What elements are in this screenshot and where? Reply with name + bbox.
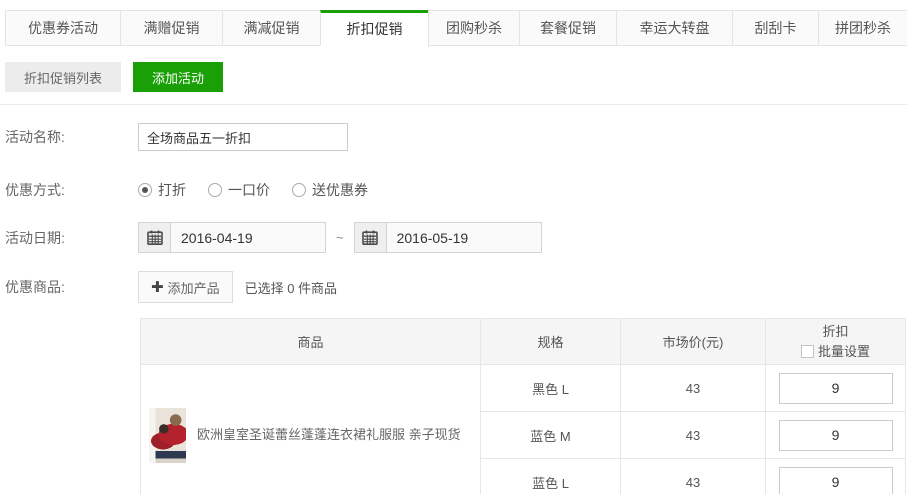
spec-cell: 蓝色 M bbox=[481, 412, 621, 459]
discount-input[interactable] bbox=[779, 420, 893, 451]
tab-coupon-activity[interactable]: 优惠券活动 bbox=[5, 10, 121, 46]
date-range-separator: ~ bbox=[336, 230, 344, 245]
radio-selected-icon[interactable] bbox=[138, 183, 152, 197]
header-spec: 规格 bbox=[481, 319, 621, 365]
tab-package-promo[interactable]: 套餐促销 bbox=[519, 10, 617, 46]
radio-option-songyouhuiquan[interactable]: 送优惠券 bbox=[292, 180, 368, 200]
add-product-label: 添加产品 bbox=[168, 278, 220, 297]
product-name: 欧洲皇室圣诞蕾丝蓬蓬连衣裙礼服服 亲子现货 bbox=[197, 426, 461, 444]
activity-form: 活动名称: 优惠方式: 打折 一口价 送优惠券 活动日期 bbox=[0, 123, 907, 303]
tab-group-seckill[interactable]: 团购秒杀 bbox=[428, 10, 520, 46]
price-cell: 43 bbox=[621, 412, 766, 459]
promo-tabbar: 优惠券活动 满赠促销 满减促销 折扣促销 团购秒杀 套餐促销 幸运大转盘 刮刮卡… bbox=[5, 10, 907, 46]
tab-pintuan-seckill[interactable]: 拼团秒杀 bbox=[818, 10, 907, 46]
table-row: 欧洲皇室圣诞蕾丝蓬蓬连衣裙礼服服 亲子现货 黑色 L 43 bbox=[141, 365, 906, 412]
product-image bbox=[149, 408, 186, 463]
discount-cell bbox=[766, 365, 906, 412]
radio-label: 打折 bbox=[158, 180, 186, 200]
discount-method-label: 优惠方式: bbox=[5, 180, 138, 200]
add-product-button[interactable]: ✚ 添加产品 bbox=[138, 271, 233, 303]
table-header-row: 商品 规格 市场价(元) 折扣 批量设置 bbox=[141, 319, 906, 365]
discount-cell bbox=[766, 459, 906, 494]
calendar-icon[interactable] bbox=[355, 223, 387, 252]
product-discount-table: 商品 规格 市场价(元) 折扣 批量设置 bbox=[140, 318, 906, 494]
discount-input[interactable] bbox=[779, 467, 893, 494]
price-cell: 43 bbox=[621, 459, 766, 494]
activity-name-input[interactable] bbox=[138, 123, 348, 151]
add-activity-button[interactable]: 添加活动 bbox=[133, 62, 223, 92]
radio-label: 送优惠券 bbox=[312, 180, 368, 200]
header-product: 商品 bbox=[141, 319, 481, 365]
radio-unselected-icon[interactable] bbox=[208, 183, 222, 197]
tab-scratch-card[interactable]: 刮刮卡 bbox=[732, 10, 819, 46]
tab-full-gift-promo[interactable]: 满赠促销 bbox=[120, 10, 223, 46]
tab-full-reduction-promo[interactable]: 满减促销 bbox=[222, 10, 321, 46]
date-start-field[interactable]: 2016-04-19 bbox=[138, 222, 326, 253]
calendar-icon[interactable] bbox=[139, 223, 171, 252]
batch-set-label: 批量设置 bbox=[818, 342, 870, 362]
date-start-value: 2016-04-19 bbox=[171, 230, 253, 246]
radio-option-dazhe[interactable]: 打折 bbox=[138, 180, 186, 200]
date-end-field[interactable]: 2016-05-19 bbox=[354, 222, 542, 253]
subnav: 折扣促销列表 添加活动 bbox=[5, 62, 907, 92]
discount-input[interactable] bbox=[779, 373, 893, 404]
tab-discount-promo[interactable]: 折扣促销 bbox=[320, 10, 429, 46]
price-cell: 43 bbox=[621, 365, 766, 412]
section-divider bbox=[0, 104, 907, 105]
discount-promo-page: 优惠券活动 满赠促销 满减促销 折扣促销 团购秒杀 套餐促销 幸运大转盘 刮刮卡… bbox=[0, 0, 907, 494]
selected-count-text: 已选择 0 件商品 bbox=[245, 278, 337, 297]
header-price: 市场价(元) bbox=[621, 319, 766, 365]
spec-cell: 蓝色 L bbox=[481, 459, 621, 494]
discount-method-options: 打折 一口价 送优惠券 bbox=[138, 180, 390, 200]
discount-list-button[interactable]: 折扣促销列表 bbox=[5, 62, 121, 92]
radio-unselected-icon[interactable] bbox=[292, 183, 306, 197]
date-end-value: 2016-05-19 bbox=[387, 230, 469, 246]
header-discount: 折扣 批量设置 bbox=[766, 319, 906, 365]
spec-cell: 黑色 L bbox=[481, 365, 621, 412]
batch-set-checkbox[interactable] bbox=[801, 345, 814, 358]
plus-icon: ✚ bbox=[151, 278, 164, 296]
promo-products-label: 优惠商品: bbox=[5, 277, 138, 297]
discount-cell bbox=[766, 412, 906, 459]
radio-label: 一口价 bbox=[228, 180, 270, 200]
activity-name-label: 活动名称: bbox=[5, 127, 138, 147]
tab-lucky-wheel[interactable]: 幸运大转盘 bbox=[616, 10, 733, 46]
activity-date-label: 活动日期: bbox=[5, 228, 138, 248]
discount-header-label: 折扣 bbox=[766, 322, 905, 342]
radio-option-yikoujia[interactable]: 一口价 bbox=[208, 180, 270, 200]
batch-set-toggle[interactable]: 批量设置 bbox=[766, 342, 905, 362]
product-cell: 欧洲皇室圣诞蕾丝蓬蓬连衣裙礼服服 亲子现货 bbox=[141, 365, 481, 494]
